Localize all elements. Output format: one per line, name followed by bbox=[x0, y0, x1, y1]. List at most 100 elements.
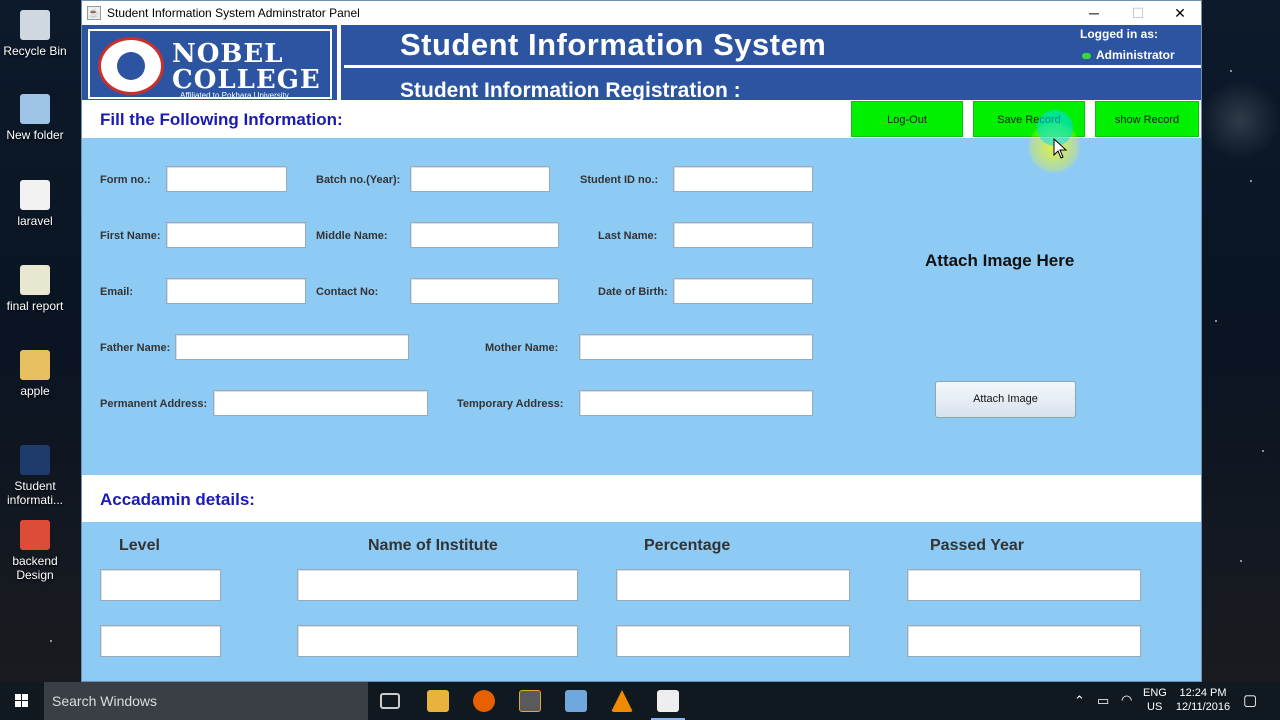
passed-year-input[interactable] bbox=[907, 625, 1141, 657]
form-no-input[interactable] bbox=[166, 166, 287, 192]
clock-date: 12/11/2016 bbox=[1175, 701, 1231, 713]
desktop-icon[interactable]: laravel bbox=[0, 180, 70, 228]
temporary-address-label: Temporary Address: bbox=[457, 398, 564, 410]
desktop-icon-label: Student informati... bbox=[6, 479, 63, 507]
notifications-icon[interactable]: ▢ bbox=[1243, 691, 1257, 709]
contact-no-input[interactable] bbox=[410, 278, 559, 304]
report-file-icon bbox=[20, 265, 50, 295]
close-button[interactable]: ✕ bbox=[1158, 1, 1202, 25]
minimize-button[interactable]: ─ bbox=[1072, 1, 1116, 25]
temporary-address-input[interactable] bbox=[579, 390, 813, 416]
dob-label: Date of Birth: bbox=[598, 286, 668, 298]
institute-input[interactable] bbox=[297, 569, 578, 601]
student-id-input[interactable] bbox=[673, 166, 813, 192]
wifi-icon[interactable]: ◠ bbox=[1121, 692, 1132, 708]
star bbox=[1230, 70, 1232, 72]
percentage-input[interactable] bbox=[616, 569, 850, 601]
first-name-label: First Name: bbox=[100, 230, 161, 242]
battery-icon[interactable]: ▭ bbox=[1097, 693, 1109, 709]
taskbar: Search Windows ⌃ ▭ ◠ ENG US 12:24 PM 12/… bbox=[0, 682, 1280, 720]
show-record-button[interactable]: show Record bbox=[1095, 101, 1199, 137]
father-name-input[interactable] bbox=[175, 334, 409, 360]
star bbox=[1262, 450, 1264, 452]
desktop-icon[interactable]: Recycle Bin bbox=[0, 10, 70, 58]
email-input[interactable] bbox=[166, 278, 306, 304]
permanent-address-label: Permanent Address: bbox=[100, 398, 208, 410]
file-explorer-icon[interactable] bbox=[427, 690, 449, 712]
institute-input[interactable] bbox=[297, 625, 578, 657]
level-input[interactable] bbox=[100, 625, 221, 657]
app-header: NOBEL COLLEGE Affiliated to Pokhara Univ… bbox=[82, 25, 1201, 102]
passed-year-input[interactable] bbox=[907, 569, 1141, 601]
language-indicator[interactable]: ENG US bbox=[1143, 687, 1167, 713]
form-no-label: Form no.: bbox=[100, 174, 151, 186]
college-crest-icon bbox=[98, 37, 164, 95]
logged-in-user: Administrator bbox=[1082, 48, 1175, 62]
desktop-icon-label: backend Design bbox=[12, 554, 58, 582]
taskbar-search[interactable]: Search Windows bbox=[44, 682, 368, 720]
column-header-passed-year: Passed Year bbox=[930, 537, 1025, 554]
app-title: Student Information System bbox=[400, 27, 827, 62]
desktop-icon[interactable]: backend Design bbox=[0, 520, 70, 582]
middle-name-input[interactable] bbox=[410, 222, 559, 248]
desktop-icon[interactable]: Student informati... bbox=[0, 445, 70, 507]
firefox-icon[interactable] bbox=[473, 690, 495, 712]
permanent-address-input[interactable] bbox=[213, 390, 428, 416]
language-code: ENG bbox=[1143, 687, 1167, 699]
academic-section-title: Accadamin details: bbox=[100, 490, 255, 509]
dob-input[interactable] bbox=[673, 278, 813, 304]
mother-name-label: Mother Name: bbox=[485, 342, 559, 354]
batch-no-input[interactable] bbox=[410, 166, 550, 192]
header-divider bbox=[337, 25, 341, 100]
desktop-icon-label: apple bbox=[20, 384, 50, 398]
vlc-icon[interactable] bbox=[611, 690, 633, 712]
logged-user-name: Administrator bbox=[1096, 48, 1175, 62]
first-name-input[interactable] bbox=[166, 222, 306, 248]
start-button[interactable] bbox=[0, 682, 44, 720]
star bbox=[1240, 560, 1242, 562]
desktop-icon-label: New folder bbox=[6, 128, 64, 142]
task-view-icon[interactable] bbox=[380, 693, 400, 709]
email-label: Email: bbox=[100, 286, 134, 298]
batch-no-label: Batch no.(Year): bbox=[316, 174, 401, 186]
column-header-institute: Name of Institute bbox=[368, 537, 498, 554]
clock[interactable]: 12:24 PM 12/11/2016 bbox=[1175, 687, 1231, 713]
online-status-icon bbox=[1082, 52, 1091, 59]
contact-no-label: Contact No: bbox=[316, 286, 379, 298]
sublime-text-icon[interactable] bbox=[519, 690, 541, 712]
desktop-icon-label: laravel bbox=[17, 214, 53, 228]
folder-icon bbox=[20, 350, 50, 380]
column-header-level: Level bbox=[119, 537, 160, 554]
desktop-icon[interactable]: final report bbox=[0, 265, 70, 313]
last-name-input[interactable] bbox=[673, 222, 813, 248]
form-section-title: Fill the Following Information: bbox=[100, 110, 343, 129]
maximize-button[interactable]: ☐ bbox=[1116, 1, 1160, 25]
window-titlebar[interactable]: ☕ Student Information System Adminstrato… bbox=[82, 1, 1201, 25]
desktop-icon-label: final report bbox=[6, 299, 64, 313]
java-app-icon: ☕ bbox=[87, 6, 101, 20]
desktop-icon-label: Recycle Bin bbox=[3, 44, 67, 58]
desktop-icon[interactable]: New folder bbox=[0, 94, 70, 142]
student-id-label: Student ID no.: bbox=[580, 174, 659, 186]
language-region: US bbox=[1147, 701, 1163, 713]
level-input[interactable] bbox=[100, 569, 221, 601]
window-title: Student Information System Adminstrator … bbox=[107, 6, 360, 20]
attach-image-button[interactable]: Attach Image bbox=[935, 381, 1076, 418]
column-header-percentage: Percentage bbox=[644, 537, 731, 554]
last-name-label: Last Name: bbox=[598, 230, 658, 242]
percentage-input[interactable] bbox=[616, 625, 850, 657]
show-hidden-icons[interactable]: ⌃ bbox=[1074, 693, 1085, 709]
header-separator bbox=[344, 65, 1201, 68]
attach-image-area[interactable]: Attach Image Here bbox=[925, 251, 1074, 271]
virtualbox-icon[interactable] bbox=[565, 690, 587, 712]
main-window: ☕ Student Information System Adminstrato… bbox=[81, 0, 1202, 682]
mouse-cursor-icon bbox=[1053, 138, 1068, 159]
logout-button[interactable]: Log-Out bbox=[851, 101, 963, 137]
desktop-icon[interactable]: apple bbox=[0, 350, 70, 398]
recycle-bin-icon bbox=[20, 10, 50, 40]
mother-name-input[interactable] bbox=[579, 334, 813, 360]
folder-icon bbox=[20, 94, 50, 124]
star bbox=[1250, 180, 1252, 182]
java-app-taskbar-icon[interactable] bbox=[657, 690, 679, 712]
logged-in-label: Logged in as: bbox=[1080, 27, 1158, 41]
